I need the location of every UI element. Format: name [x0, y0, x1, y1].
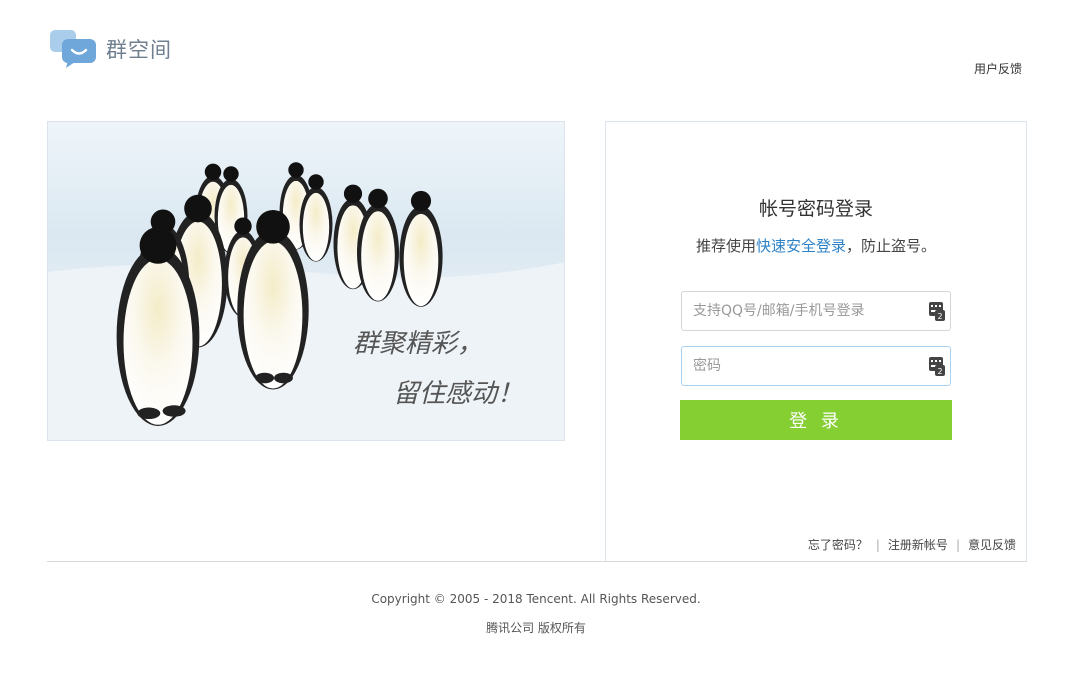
- feedback-link[interactable]: 意见反馈: [968, 536, 1016, 553]
- virtual-keyboard-icon[interactable]: 2: [929, 357, 945, 376]
- link-separator: |: [955, 537, 960, 552]
- quick-login-link[interactable]: 快速安全登录: [756, 237, 846, 255]
- chat-bubble-logo-icon: [50, 30, 98, 68]
- login-footer-links: 忘了密码？ | 注册新帐号 | 意见反馈: [808, 536, 1016, 553]
- login-panel: 帐号密码登录 推荐使用快速安全登录，防止盗号。 2: [605, 121, 1027, 561]
- slogan-line-1: 群聚精彩，: [353, 329, 483, 359]
- login-button[interactable]: 登 录: [680, 400, 952, 440]
- login-tip-suffix: ，防止盗号。: [846, 237, 937, 255]
- login-tip: 推荐使用快速安全登录，防止盗号。: [606, 235, 1026, 256]
- username-field[interactable]: 2: [681, 291, 951, 331]
- slogan-line-2: 留住感动！: [393, 379, 523, 409]
- svg-text:2: 2: [937, 312, 942, 321]
- virtual-keyboard-icon[interactable]: 2: [929, 302, 945, 321]
- penguin-banner-image: 群聚精彩， 留住感动！: [47, 121, 565, 441]
- password-input[interactable]: [682, 347, 912, 385]
- company-text: 腾讯公司 版权所有: [486, 621, 586, 635]
- link-separator: |: [875, 537, 880, 552]
- username-input[interactable]: [682, 292, 912, 330]
- login-title: 帐号密码登录: [758, 198, 873, 220]
- user-feedback-link[interactable]: 用户反馈: [974, 60, 1022, 77]
- site-logo[interactable]: 群空间: [50, 30, 172, 68]
- logo-text: 群空间: [106, 38, 172, 62]
- forgot-password-link[interactable]: 忘了密码？: [808, 536, 868, 553]
- copyright-text: Copyright © 2005 - 2018 Tencent. All Rig…: [371, 592, 701, 606]
- register-link[interactable]: 注册新帐号: [888, 536, 948, 553]
- login-tip-prefix: 推荐使用: [695, 237, 756, 255]
- password-field[interactable]: 2: [681, 346, 951, 386]
- svg-text:2: 2: [937, 367, 942, 376]
- footer-divider: [47, 561, 1027, 562]
